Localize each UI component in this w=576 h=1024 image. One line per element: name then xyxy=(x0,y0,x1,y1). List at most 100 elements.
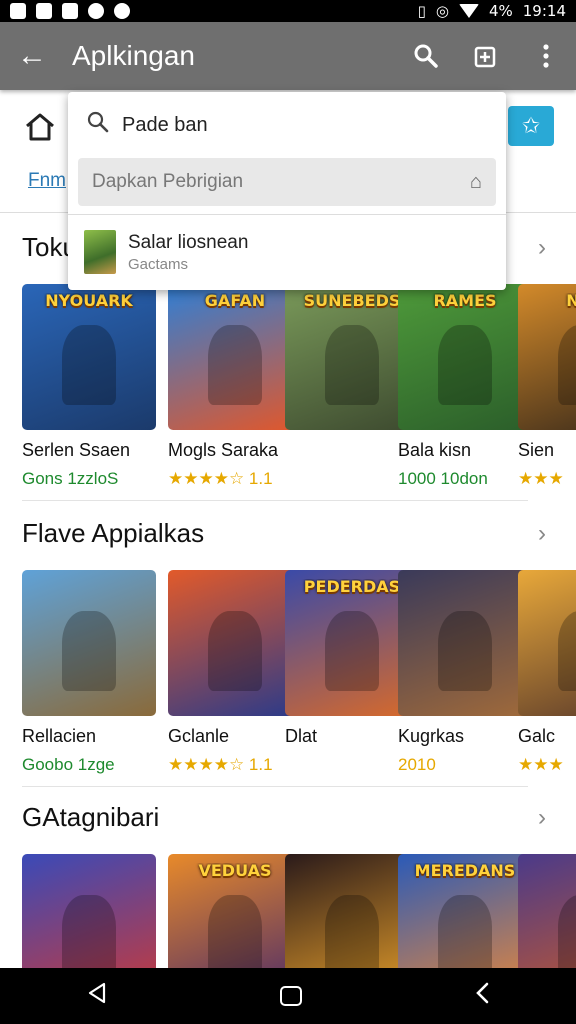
suggestion-subtitle: Gactams xyxy=(128,255,189,273)
character-art xyxy=(325,610,379,692)
vibrate-icon: ▯ xyxy=(417,2,426,20)
notification-icon xyxy=(114,3,130,19)
home-nav-icon[interactable] xyxy=(279,986,302,1006)
section-title[interactable]: GAtagnibari xyxy=(22,802,159,833)
character-art xyxy=(208,324,262,406)
app-artwork xyxy=(398,570,532,716)
character-art xyxy=(62,324,116,406)
search-dropdown: Pade ban Dapkan Pebrigian ⌂ Salar liosne… xyxy=(68,92,506,290)
character-art xyxy=(208,894,262,976)
star-icon: ✩ xyxy=(521,113,541,138)
character-art xyxy=(558,610,576,692)
system-nav-bar xyxy=(0,968,576,1024)
app-rating: 1000 10don xyxy=(398,469,488,488)
add-to-library-icon[interactable] xyxy=(456,22,516,90)
app-name: Rellacien xyxy=(22,726,97,746)
section-title[interactable]: Flave Appialkas xyxy=(22,518,204,549)
app-card[interactable]: GAFAN Mogls Saraka ★★★★☆ 1.1 xyxy=(168,284,302,489)
app-name: Sien xyxy=(518,440,555,460)
game-logo: VEDUAS xyxy=(198,862,272,880)
app-name: Galc xyxy=(518,726,556,746)
app-card[interactable]: Kugrkas 2010 xyxy=(398,570,532,775)
screen: ▯ ◎ 4% 19:14 ← Aplkingan ✩ Fnm Pade ban … xyxy=(0,0,576,1024)
back-nav-icon[interactable] xyxy=(87,982,107,1011)
notification-icon xyxy=(36,3,52,19)
character-art xyxy=(208,610,262,692)
wifi-icon xyxy=(458,4,479,18)
app-rating: ★★★★☆ 1.1 xyxy=(168,755,273,774)
app-card[interactable]: NAC Sien ★★★ xyxy=(518,284,576,489)
app-rating: ★★★★☆ 1.1 xyxy=(168,469,273,488)
app-artwork: R xyxy=(518,570,576,716)
heart-icon xyxy=(88,3,104,19)
divider xyxy=(22,786,528,787)
app-artwork: GAFAN xyxy=(168,284,302,430)
recents-nav-icon[interactable] xyxy=(475,982,489,1011)
character-art xyxy=(62,610,116,692)
character-art xyxy=(558,894,576,976)
app-name: Mogls Saraka xyxy=(168,440,279,460)
app-card[interactable]: RAMES Bala kisn 1000 10don xyxy=(398,284,532,489)
bag-icon: ⌂ xyxy=(469,170,482,193)
chevron-right-icon[interactable]: › xyxy=(538,520,546,548)
app-artwork: NYOUARK xyxy=(22,284,156,430)
game-logo: GAFAN xyxy=(204,292,266,310)
app-card[interactable]: Rellacien Goobo 1zge xyxy=(22,570,156,775)
status-bar: ▯ ◎ 4% 19:14 xyxy=(0,0,576,22)
app-artwork: NAC xyxy=(518,284,576,430)
tab-link[interactable]: Fnm xyxy=(28,170,66,192)
suggestion-item[interactable]: Salar liosnean Gactams xyxy=(68,215,506,289)
app-artwork: RAMES xyxy=(398,284,532,430)
character-art xyxy=(438,324,492,406)
game-logo: RAMES xyxy=(433,292,497,310)
app-bar: ← Aplkingan xyxy=(0,22,576,90)
app-name: Serlen Ssaen xyxy=(22,440,131,460)
app-artwork xyxy=(22,570,156,716)
app-rating: Goobo 1zge xyxy=(22,755,115,774)
game-logo: PEDERDAS xyxy=(303,578,401,596)
search-input-placeholder: Dapkan Pebrigian xyxy=(92,171,244,192)
app-name: Gclanle xyxy=(168,726,230,746)
divider xyxy=(22,500,528,501)
game-logo: MEREDANS xyxy=(414,862,516,880)
app-card[interactable]: NYOUARK Serlen Ssaen Gons 1zzloS xyxy=(22,284,156,489)
sync-icon: ◎ xyxy=(435,2,449,20)
app-name: Bala kisn xyxy=(398,440,472,460)
chevron-right-icon[interactable]: › xyxy=(538,804,546,832)
search-query-row[interactable]: Pade ban xyxy=(68,92,506,158)
character-art xyxy=(438,610,492,692)
game-logo: SUNEBEDS xyxy=(303,292,401,310)
app-rating: 2010 xyxy=(398,755,436,774)
game-logo: NAC xyxy=(566,292,576,310)
character-art xyxy=(325,324,379,406)
search-query-text: Pade ban xyxy=(122,113,208,136)
character-art xyxy=(325,894,379,976)
app-name: Kugrkas xyxy=(398,726,465,746)
game-logo: R xyxy=(529,579,576,617)
app-card[interactable]: R Galc ★★★ xyxy=(518,570,576,775)
chevron-right-icon[interactable]: › xyxy=(538,234,546,262)
game-logo: NYOUARK xyxy=(45,292,133,310)
character-art xyxy=(62,894,116,976)
battery-level: 4% xyxy=(488,2,513,20)
home-icon[interactable] xyxy=(24,112,56,150)
filter-button[interactable]: ✩ xyxy=(508,106,554,146)
app-artwork xyxy=(168,570,302,716)
page-title: Aplkingan xyxy=(72,40,195,71)
suggestion-title: Salar liosnean xyxy=(128,231,249,253)
notification-icon xyxy=(10,3,26,19)
character-art xyxy=(438,894,492,976)
more-options-icon[interactable] xyxy=(516,22,576,90)
search-icon xyxy=(86,110,110,141)
back-arrow-icon[interactable]: ← xyxy=(0,22,64,90)
app-rating: Gons 1zzloS xyxy=(22,469,119,488)
app-rating: ★★★ xyxy=(518,469,564,488)
search-icon[interactable] xyxy=(396,22,456,90)
character-art xyxy=(558,324,576,406)
app-thumbnail xyxy=(84,230,116,274)
clock: 19:14 xyxy=(522,2,566,20)
search-input[interactable]: Dapkan Pebrigian ⌂ xyxy=(78,158,496,206)
app-card[interactable]: Gclanle ★★★★☆ 1.1 xyxy=(168,570,302,775)
instagram-icon xyxy=(62,3,78,19)
app-rating: ★★★ xyxy=(518,755,564,774)
